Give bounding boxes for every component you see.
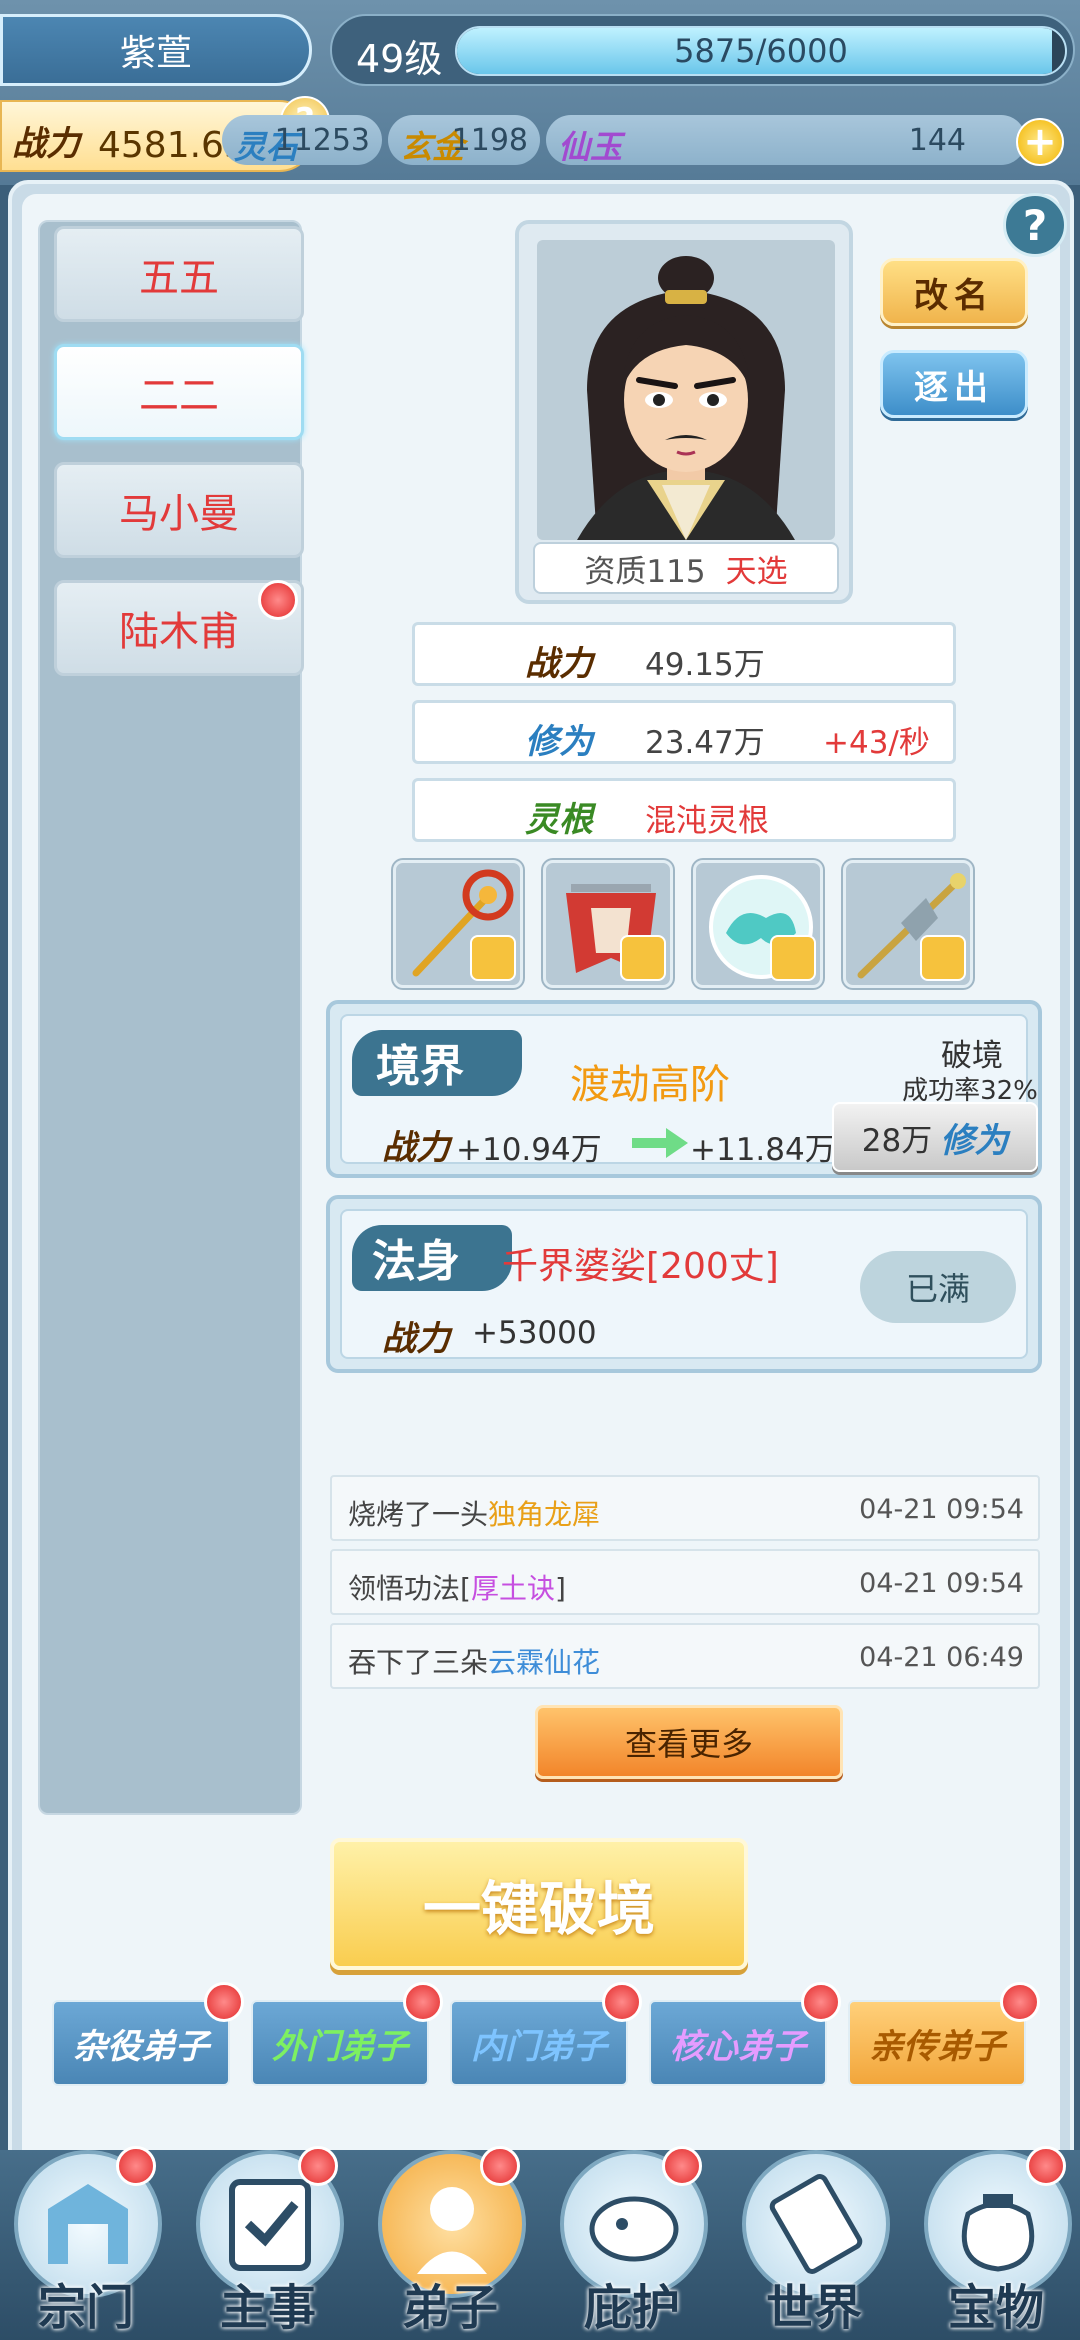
resource-value: 11253 (274, 123, 370, 158)
nav-world[interactable]: 世界 (734, 2140, 894, 2340)
nav-label: 庇护 (583, 2280, 680, 2336)
player-name: 紫萱 (0, 14, 312, 86)
power-label: 战力 (12, 124, 80, 164)
alert-dot (801, 1982, 841, 2022)
magnify-icon (470, 935, 516, 981)
nav-label: 弟子 (401, 2280, 498, 2336)
aptitude-value: 资质115 (584, 553, 706, 590)
one-key-breakthrough-button[interactable]: 一键破境 (330, 1838, 748, 1970)
log-entry: 烧烤了一头独角龙犀 04-21 09:54 (330, 1475, 1040, 1541)
alert-dot (602, 1982, 642, 2022)
breakthrough-cost-unit: 修为 (940, 1120, 1009, 1161)
alert-dot (258, 580, 298, 620)
nav-label: 主事 (219, 2280, 316, 2336)
realm-power-next: +11.84万 (690, 1132, 836, 1168)
disciple-portrait (537, 240, 835, 540)
stat-label: 战力 (525, 644, 593, 684)
dharma-name: 千界婆娑[200丈] (502, 1246, 779, 1287)
rank-tab-servant[interactable]: 杂役弟子 (52, 2000, 230, 2086)
stat-label: 修为 (525, 722, 593, 762)
add-currency-button[interactable]: + (1016, 118, 1064, 166)
stat-power: 战力 49.15万 (412, 622, 956, 686)
alert-dot (204, 1982, 244, 2022)
breakthrough-cost: 28万 (861, 1122, 933, 1159)
disciple-item[interactable]: 马小曼 (54, 462, 304, 558)
stat-value: 23.47万 (645, 725, 765, 761)
alert-dot (1000, 1982, 1040, 2022)
log-text: 吞下了三朵云霖仙花 (348, 1646, 601, 1679)
portrait-frame: 资质115 天选 (515, 220, 853, 604)
alert-dot (662, 2146, 702, 2186)
log-entry: 吞下了三朵云霖仙花 04-21 06:49 (330, 1623, 1040, 1689)
alert-dot (403, 1982, 443, 2022)
resource-xianyu: 仙玉 144 (546, 115, 1026, 166)
stat-spirit-root: 灵根 混沌灵根 (412, 778, 956, 842)
rank-tab-personal[interactable]: 亲传弟子 (848, 2000, 1026, 2086)
stat-value: 49.15万 (645, 647, 765, 683)
dharma-body-panel: 法身 千界婆娑[200丈] 战力 +53000 已满 (326, 1195, 1042, 1373)
resource-lingshi: 灵石 11253 (222, 115, 382, 166)
realm-power-label: 战力 (382, 1128, 450, 1168)
level-text: 49级 (356, 37, 443, 81)
stat-label: 灵根 (525, 800, 593, 840)
log-time: 04-21 06:49 (859, 1642, 1024, 1673)
rename-button[interactable]: 改名 (880, 258, 1028, 326)
disciple-item-selected[interactable]: 二二 (54, 344, 304, 440)
alert-dot (298, 2146, 338, 2186)
magnify-icon (620, 935, 666, 981)
realm-title: 境界 (376, 1041, 464, 1092)
equip-slot-4[interactable] (843, 860, 973, 988)
nav-label: 宝物 (947, 2280, 1044, 2336)
dharma-body-panel-inner: 法身 千界婆娑[200丈] 战力 +53000 已满 (340, 1209, 1028, 1359)
breakthrough-button[interactable]: 28万 修为 (832, 1102, 1038, 1172)
dharma-title: 法身 (372, 1236, 460, 1287)
log-time: 04-21 09:54 (859, 1494, 1024, 1525)
equip-slot-2[interactable] (543, 860, 673, 988)
alert-dot (1026, 2146, 1066, 2186)
realm-panel: 境界 渡劫高阶 战力 +10.94万 +11.84万 破境 成功率32% 28万… (326, 1000, 1042, 1178)
resource-value: 144 (908, 123, 966, 158)
disciple-list: 五五 二二 马小曼 陆木甫 (38, 220, 304, 1815)
equip-slot-3[interactable] (693, 860, 823, 988)
level-panel: 49级 5875/6000 (330, 14, 1075, 86)
rank-tab-core[interactable]: 核心弟子 (649, 2000, 827, 2086)
log-entry: 领悟功法[厚土诀] 04-21 09:54 (330, 1549, 1040, 1615)
resource-xuanjin: 玄金 1198 (388, 115, 540, 166)
dharma-power-value: +53000 (472, 1315, 597, 1351)
exp-text: 5875/6000 (674, 32, 848, 70)
nav-label: 世界 (765, 2280, 862, 2336)
dharma-power-label: 战力 (382, 1319, 450, 1359)
expel-button[interactable]: 逐出 (880, 350, 1028, 418)
exp-bar: 5875/6000 (455, 26, 1067, 76)
log-text: 烧烤了一头独角龙犀 (348, 1498, 601, 1531)
log-time: 04-21 09:54 (859, 1568, 1024, 1599)
alert-dot (116, 2146, 156, 2186)
alert-dot (480, 2146, 520, 2186)
equip-slot-1[interactable] (393, 860, 523, 988)
log-text: 领悟功法[厚土诀] (348, 1572, 566, 1605)
magnify-icon (920, 935, 966, 981)
realm-name: 渡劫高阶 (570, 1062, 730, 1108)
resource-value: 1198 (451, 123, 528, 158)
cultivation-rate: +43/秒 (823, 725, 930, 761)
aptitude-tag: 天选 (725, 553, 788, 590)
aptitude-box: 资质115 天选 (533, 542, 839, 594)
disciple-item[interactable]: 五五 (54, 226, 304, 322)
realm-power-now: +10.94万 (456, 1132, 602, 1168)
help-button[interactable]: ? (1003, 193, 1067, 257)
breakthrough-label: 破境 (941, 1038, 1003, 1074)
stat-cultivation: 修为 23.47万 +43/秒 (412, 700, 956, 764)
view-more-button[interactable]: 查看更多 (535, 1705, 843, 1779)
nav-label: 宗门 (37, 2280, 134, 2336)
dharma-status-badge: 已满 (860, 1251, 1016, 1323)
realm-panel-inner: 境界 渡劫高阶 战力 +10.94万 +11.84万 破境 成功率32% 28万… (340, 1014, 1038, 1172)
rank-tab-inner[interactable]: 内门弟子 (450, 2000, 628, 2086)
rank-tab-outer[interactable]: 外门弟子 (251, 2000, 429, 2086)
magnify-icon (770, 935, 816, 981)
stat-value: 混沌灵根 (645, 803, 769, 839)
arrow-right-icon (632, 1128, 688, 1158)
resource-label: 仙玉 (558, 128, 623, 166)
